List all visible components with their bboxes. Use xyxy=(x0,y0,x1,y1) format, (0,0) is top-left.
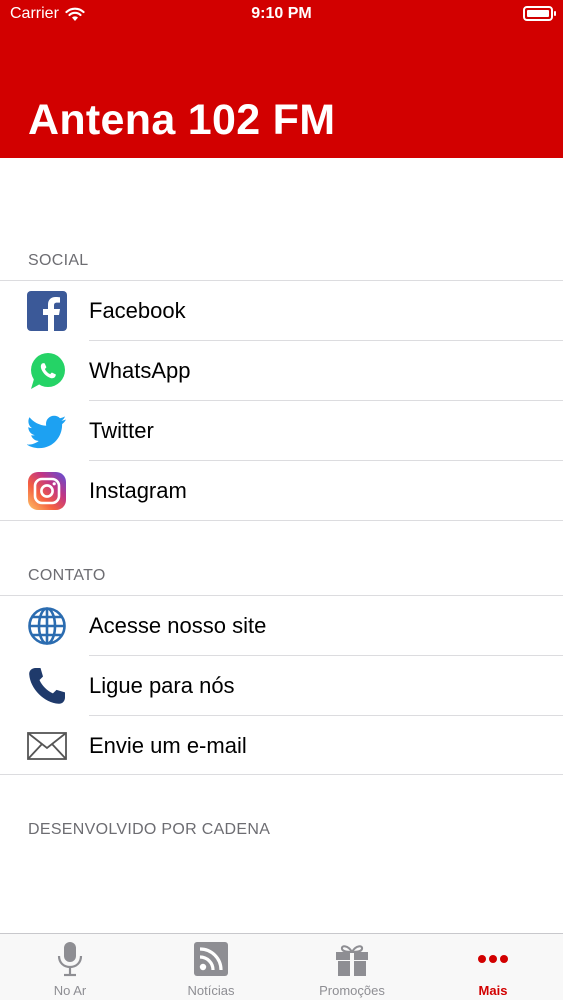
section-header-social: SOCIAL xyxy=(28,252,89,269)
tab-noticias[interactable]: Notícias xyxy=(141,934,281,1000)
contact-item-phone[interactable]: Ligue para nós xyxy=(0,656,563,716)
twitter-icon xyxy=(27,415,66,449)
whatsapp-icon xyxy=(31,353,65,389)
microphone-icon xyxy=(57,942,83,977)
social-item-label: Facebook xyxy=(89,298,186,323)
tab-label: Promoções xyxy=(319,983,385,998)
status-time: 9:10 PM xyxy=(251,5,312,22)
more-icon xyxy=(478,955,508,963)
globe-icon xyxy=(28,607,66,645)
tab-no-ar[interactable]: No Ar xyxy=(0,934,140,1000)
page-title: Antena 102 FM xyxy=(28,96,336,144)
tab-bar: No Ar Notícias Promoções Mais xyxy=(0,933,563,1000)
social-item-label: Instagram xyxy=(89,478,187,503)
contact-item-label: Acesse nosso site xyxy=(89,613,267,638)
app-header: Carrier 9:10 PM Antena 102 FM xyxy=(0,0,563,158)
tab-promocoes[interactable]: Promoções xyxy=(282,934,422,1000)
contact-item-website[interactable]: Acesse nosso site xyxy=(0,596,563,656)
rss-icon xyxy=(194,942,228,976)
tab-label: Mais xyxy=(478,983,508,998)
tab-label: No Ar xyxy=(53,983,87,998)
section-header-contato: CONTATO xyxy=(28,567,106,584)
tab-label: Notícias xyxy=(187,983,235,998)
status-bar: Carrier 9:10 PM xyxy=(0,0,563,30)
divider xyxy=(0,774,563,775)
gift-icon xyxy=(336,945,368,976)
facebook-icon xyxy=(27,291,67,331)
mail-icon xyxy=(27,732,67,760)
tab-mais[interactable]: Mais xyxy=(423,934,563,1000)
social-item-label: Twitter xyxy=(89,418,154,443)
social-item-twitter[interactable]: Twitter xyxy=(0,401,563,461)
developer-credit: DESENVOLVIDO POR CADENA xyxy=(28,821,271,838)
social-item-label: WhatsApp xyxy=(89,358,191,383)
contact-item-email[interactable]: Envie um e-mail xyxy=(0,716,563,776)
contact-item-label: Envie um e-mail xyxy=(89,733,247,758)
instagram-icon xyxy=(28,472,66,510)
contact-item-label: Ligue para nós xyxy=(89,673,235,698)
divider xyxy=(0,520,563,521)
social-item-whatsapp[interactable]: WhatsApp xyxy=(0,341,563,401)
social-item-instagram[interactable]: Instagram xyxy=(0,461,563,521)
battery-icon xyxy=(523,6,556,21)
social-item-facebook[interactable]: Facebook xyxy=(0,281,563,341)
phone-icon xyxy=(29,668,65,704)
